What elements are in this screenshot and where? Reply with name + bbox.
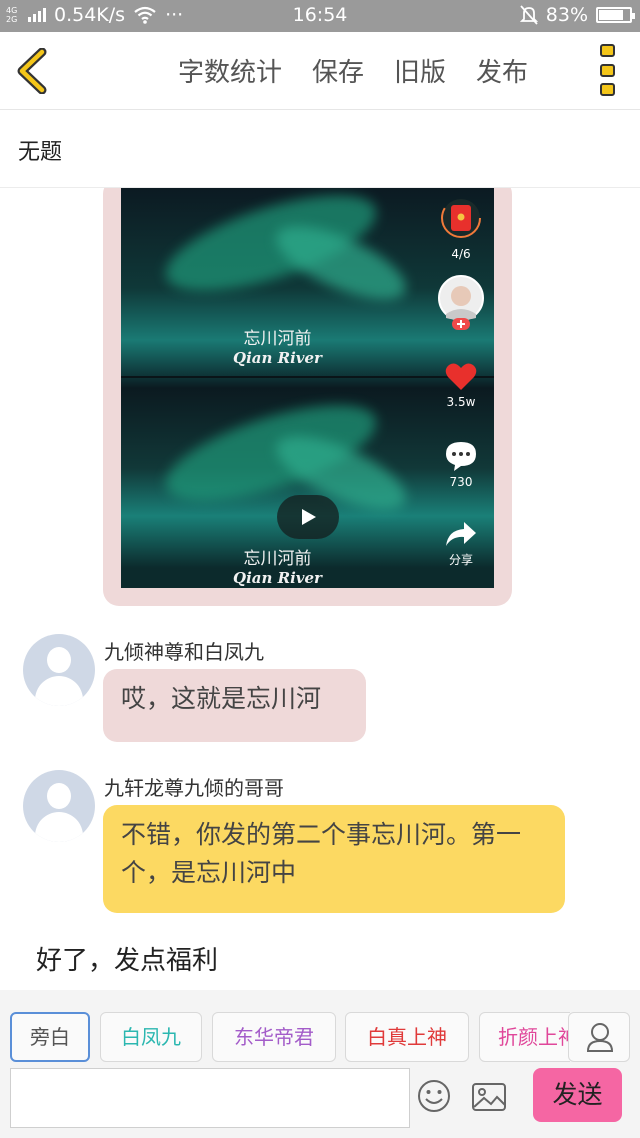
creator-avatar[interactable]	[430, 274, 492, 335]
video-caption-cn: 忘川河前	[243, 549, 312, 569]
menu-dot	[600, 44, 615, 57]
emoji-button[interactable]	[416, 1078, 452, 1114]
play-button[interactable]	[277, 495, 339, 539]
like-count: 3.5w	[446, 395, 476, 409]
message-bubble[interactable]: 不错，你发的第二个事忘川河。第一个，是忘川河中	[103, 805, 565, 913]
send-button[interactable]: 发送	[533, 1068, 622, 1122]
like-item[interactable]: 3.5w	[430, 362, 492, 409]
mute-bell-icon	[519, 5, 538, 25]
chevron-left-icon	[17, 47, 47, 95]
play-icon	[302, 509, 316, 525]
save-button[interactable]: 保存	[312, 52, 364, 89]
heart-icon	[445, 363, 477, 390]
compose-area: 旁白 白凤九 东华帝君 白真上神 折颜上神 发送	[0, 990, 640, 1138]
sender-name: 九轩龙尊九倾的哥哥	[104, 776, 284, 800]
share-label: 分享	[448, 553, 473, 567]
video-caption-en: Qian River	[233, 349, 322, 367]
image-button[interactable]	[471, 1082, 507, 1112]
share-icon	[446, 522, 476, 546]
role-chip-narrator[interactable]: 旁白	[10, 1012, 90, 1062]
story-content[interactable]: 忘川河前 Qian River 忘川河前 Qian River 4/6 3.5w…	[0, 188, 640, 990]
smiley-icon	[418, 1080, 450, 1112]
image-icon	[472, 1083, 506, 1111]
red-packet-icon	[441, 198, 481, 238]
avatar[interactable]	[23, 634, 95, 706]
back-button[interactable]	[14, 47, 54, 95]
narration-text[interactable]: 好了，发点福利	[36, 940, 218, 977]
battery-icon	[596, 7, 635, 23]
person-icon	[586, 1023, 614, 1052]
role-chip[interactable]: 白真上神	[345, 1012, 469, 1062]
old-version-button[interactable]: 旧版	[394, 52, 446, 89]
creator-avatar-icon	[438, 275, 484, 330]
video-sidebar: 4/6 3.5w 730 分享	[430, 188, 492, 588]
comment-item[interactable]: 730	[430, 440, 492, 489]
role-chip[interactable]: 折颜上神	[479, 1012, 570, 1062]
message-input[interactable]	[10, 1068, 410, 1128]
media-message-card: 忘川河前 Qian River 忘川河前 Qian River 4/6 3.5w…	[103, 188, 512, 606]
menu-dot	[600, 83, 615, 96]
role-chip[interactable]: 东华帝君	[212, 1012, 336, 1062]
role-selector: 旁白 白凤九 东华帝君 白真上神 折颜上神	[10, 1012, 570, 1062]
video-caption-en: Qian River	[233, 569, 322, 587]
publish-button[interactable]: 发布	[476, 52, 528, 89]
video-thumbnail[interactable]: 忘川河前 Qian River 忘川河前 Qian River 4/6 3.5w…	[121, 188, 494, 588]
title-row[interactable]: 无题	[0, 110, 640, 188]
document-title[interactable]: 无题	[18, 134, 62, 166]
character-manager-button[interactable]	[568, 1012, 630, 1062]
status-bar: 4G 2G 0.54K/s ··· 16:54 83%	[0, 0, 640, 32]
avatar[interactable]	[23, 770, 95, 842]
word-count-button[interactable]: 字数统计	[178, 52, 282, 89]
role-chip[interactable]: 白凤九	[100, 1012, 202, 1062]
more-menu-button[interactable]	[600, 44, 618, 96]
share-item[interactable]: 分享	[430, 520, 492, 568]
comment-count: 730	[449, 475, 473, 489]
red-packet-count: 4/6	[451, 247, 471, 261]
comment-icon	[446, 442, 476, 471]
red-packet-item[interactable]: 4/6	[430, 196, 492, 261]
toolbar: 字数统计 保存 旧版 发布	[0, 32, 640, 110]
message-bubble[interactable]: 哎，这就是忘川河	[103, 669, 366, 742]
video-caption-cn: 忘川河前	[243, 329, 312, 349]
sender-name: 九倾神尊和白凤九	[104, 640, 264, 664]
battery-percent: 83%	[545, 4, 588, 26]
menu-dot	[600, 63, 615, 77]
